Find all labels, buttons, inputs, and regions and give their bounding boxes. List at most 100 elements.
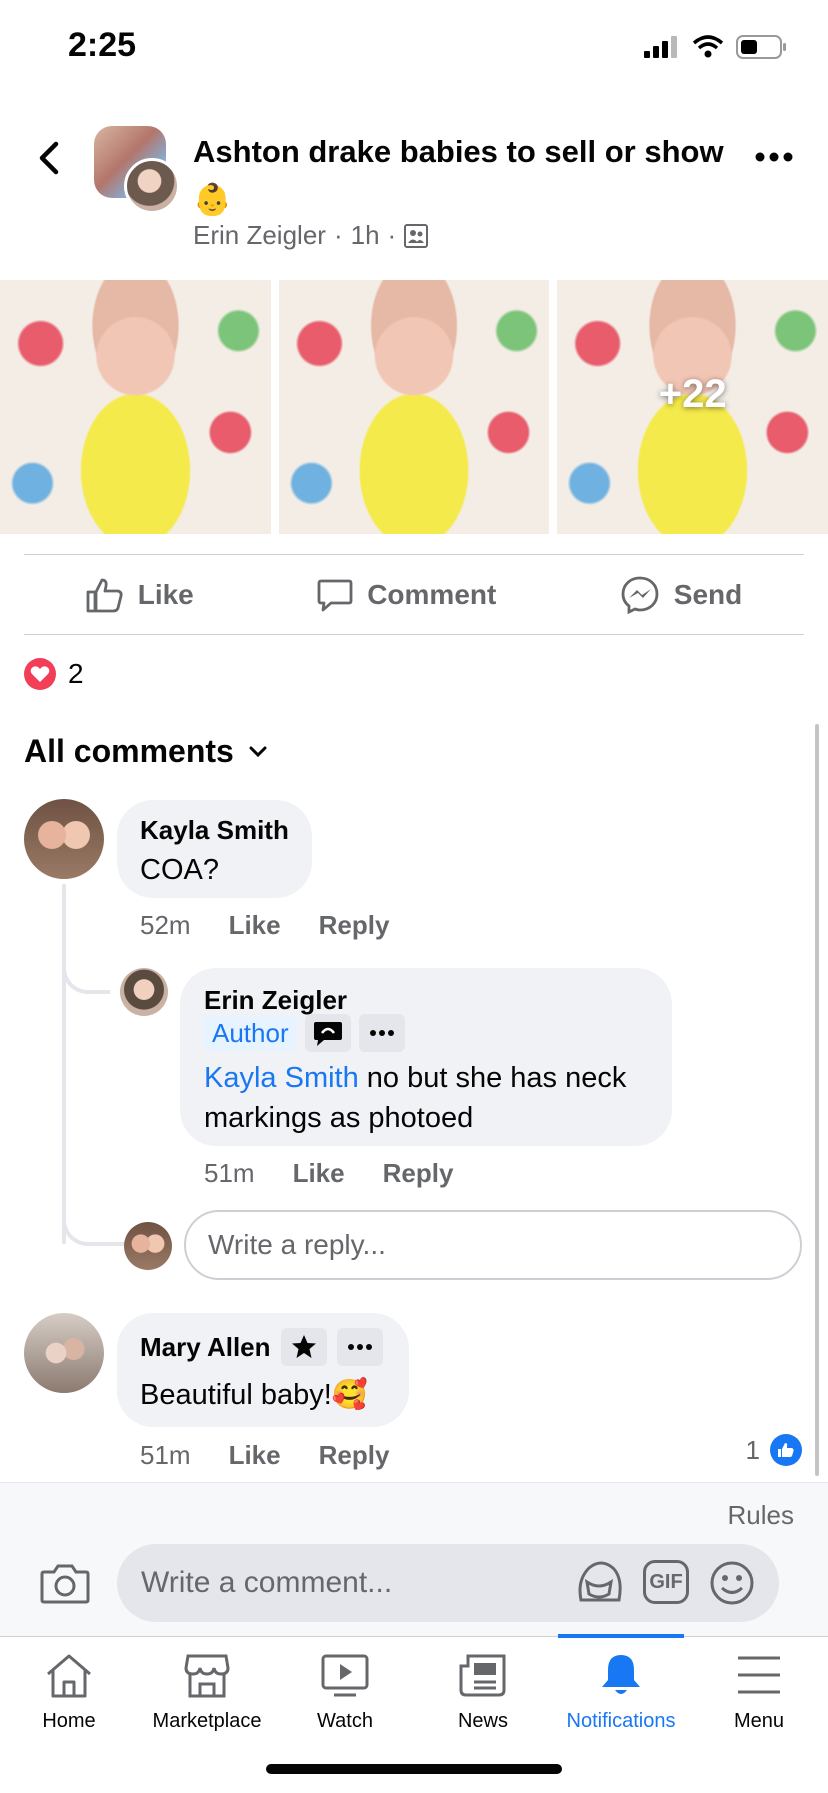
comment-icon: [317, 579, 353, 612]
like-reaction-icon: [770, 1434, 802, 1466]
comment-reply-button[interactable]: Reply: [383, 1158, 454, 1189]
comment-reply-button[interactable]: Reply: [319, 1440, 390, 1471]
tab-home[interactable]: Home: [0, 1652, 138, 1733]
post-photo-more[interactable]: +22: [557, 280, 828, 534]
emoji-icon[interactable]: [709, 1560, 755, 1606]
tab-notifications[interactable]: Notifications: [552, 1652, 690, 1733]
post-actions: Like Comment Send: [24, 560, 804, 630]
more-options-icon[interactable]: [754, 150, 794, 164]
more-badges-icon[interactable]: [336, 1328, 383, 1366]
reaction-summary[interactable]: 2: [24, 658, 84, 690]
commenter-avatar[interactable]: [24, 1313, 104, 1393]
like-count: 1: [745, 1434, 760, 1465]
tab-marketplace[interactable]: Marketplace: [138, 1652, 276, 1733]
star-icon: [280, 1328, 327, 1366]
avatar-sticker-icon[interactable]: [575, 1560, 623, 1606]
group-avatar[interactable]: [94, 126, 180, 214]
divider: [24, 634, 804, 635]
more-photos-count: +22: [658, 372, 727, 416]
author-avatar[interactable]: [124, 158, 180, 214]
menu-icon: [738, 1656, 780, 1694]
commenter-name[interactable]: Erin Zeigler: [204, 985, 347, 1016]
comment-time[interactable]: 52m: [140, 910, 191, 941]
comment-time[interactable]: 51m: [204, 1158, 255, 1189]
comments-sort-dropdown[interactable]: All comments: [24, 733, 268, 770]
comment-input[interactable]: Write a comment... GIF: [117, 1544, 779, 1622]
reaction-count: 2: [68, 658, 84, 689]
home-icon: [47, 1654, 91, 1698]
post-meta: Erin Zeigler · 1h ·: [193, 220, 429, 251]
active-tab-indicator: [558, 1634, 684, 1638]
post-author[interactable]: Erin Zeigler: [193, 220, 326, 251]
commenter-avatar[interactable]: [24, 799, 104, 879]
comment-text: Beautiful baby!🥰: [140, 1379, 368, 1411]
comment-like-button[interactable]: Like: [229, 910, 281, 941]
wifi-icon: [692, 35, 724, 58]
tab-watch[interactable]: Watch: [276, 1652, 414, 1733]
comment-like-button[interactable]: Like: [229, 1440, 281, 1471]
commenter-name[interactable]: Kayla Smith: [140, 815, 289, 846]
tab-label: Home: [42, 1710, 96, 1732]
comment-like-button[interactable]: Like: [293, 1158, 345, 1189]
group-members-icon: [404, 223, 429, 248]
meta-separator: ·: [333, 220, 343, 250]
photo-grid: +22: [0, 280, 828, 534]
author-badge: Author: [204, 1015, 297, 1051]
messenger-icon: [621, 576, 659, 615]
comments-sort-label: All comments: [24, 733, 234, 769]
commenter-name[interactable]: Mary Allen: [140, 1332, 271, 1363]
like-button[interactable]: Like: [86, 577, 194, 613]
back-arrow-icon[interactable]: [30, 138, 70, 178]
comment-meta: 51m Like Reply: [140, 1440, 389, 1471]
reply-input[interactable]: Write a reply...: [184, 1210, 802, 1280]
group-title[interactable]: Ashton drake babies to sell or show 👶: [193, 128, 733, 224]
comment-text: COA?: [140, 854, 219, 886]
tab-news[interactable]: News: [414, 1652, 552, 1733]
post-photo[interactable]: [278, 280, 550, 534]
comment-input-placeholder: Write a comment...: [141, 1566, 393, 1599]
thread-connector: [62, 940, 110, 994]
comment-reply-button[interactable]: Reply: [319, 910, 390, 941]
status-icons: [644, 34, 788, 60]
scrollbar[interactable]: [815, 724, 819, 1476]
rules-link[interactable]: Rules: [728, 1500, 794, 1531]
gif-icon[interactable]: GIF: [643, 1560, 689, 1604]
tab-label: Marketplace: [152, 1710, 262, 1732]
conversation-starter-icon: [304, 1014, 351, 1052]
love-reaction-icon: [24, 658, 56, 690]
current-user-avatar: [124, 1222, 172, 1270]
send-button[interactable]: Send: [620, 575, 742, 615]
author-badges: Author: [204, 1014, 405, 1052]
thumbs-up-icon: [86, 578, 123, 613]
tab-label: Notifications: [566, 1710, 676, 1732]
gif-label: GIF: [649, 1570, 683, 1593]
news-icon: [459, 1654, 506, 1697]
tab-label: Watch: [317, 1710, 373, 1732]
meta-separator: ·: [387, 220, 397, 250]
comment-meta: 51m Like Reply: [204, 1158, 453, 1189]
home-indicator: [266, 1764, 562, 1774]
signal-icon: [644, 36, 677, 58]
tab-label: News: [457, 1710, 508, 1732]
comment-time[interactable]: 51m: [140, 1440, 191, 1471]
tab-menu[interactable]: Menu: [690, 1652, 828, 1733]
camera-icon[interactable]: [40, 1562, 90, 1604]
commenter-name-row: Mary Allen: [140, 1328, 383, 1366]
more-badges-icon[interactable]: [358, 1014, 405, 1052]
thread-connector: [62, 1190, 124, 1246]
comment-button[interactable]: Comment: [317, 577, 496, 613]
comment-meta: 52m Like Reply: [140, 910, 389, 941]
marketplace-icon: [184, 1654, 230, 1698]
mention-link[interactable]: Kayla Smith: [204, 1062, 359, 1094]
status-time: 2:25: [68, 26, 137, 64]
comment-text: Kayla Smith no but she has neck markings…: [204, 1058, 664, 1138]
send-label: Send: [673, 579, 743, 610]
post-photo[interactable]: [0, 280, 271, 534]
comment-reaction-count[interactable]: 1: [746, 1434, 802, 1466]
commenter-avatar[interactable]: [120, 968, 168, 1016]
tab-label: Menu: [733, 1710, 785, 1732]
comment-label: Comment: [367, 579, 497, 610]
chevron-down-icon: [249, 746, 267, 757]
watch-icon: [321, 1654, 369, 1697]
post-time[interactable]: 1h: [351, 220, 380, 251]
